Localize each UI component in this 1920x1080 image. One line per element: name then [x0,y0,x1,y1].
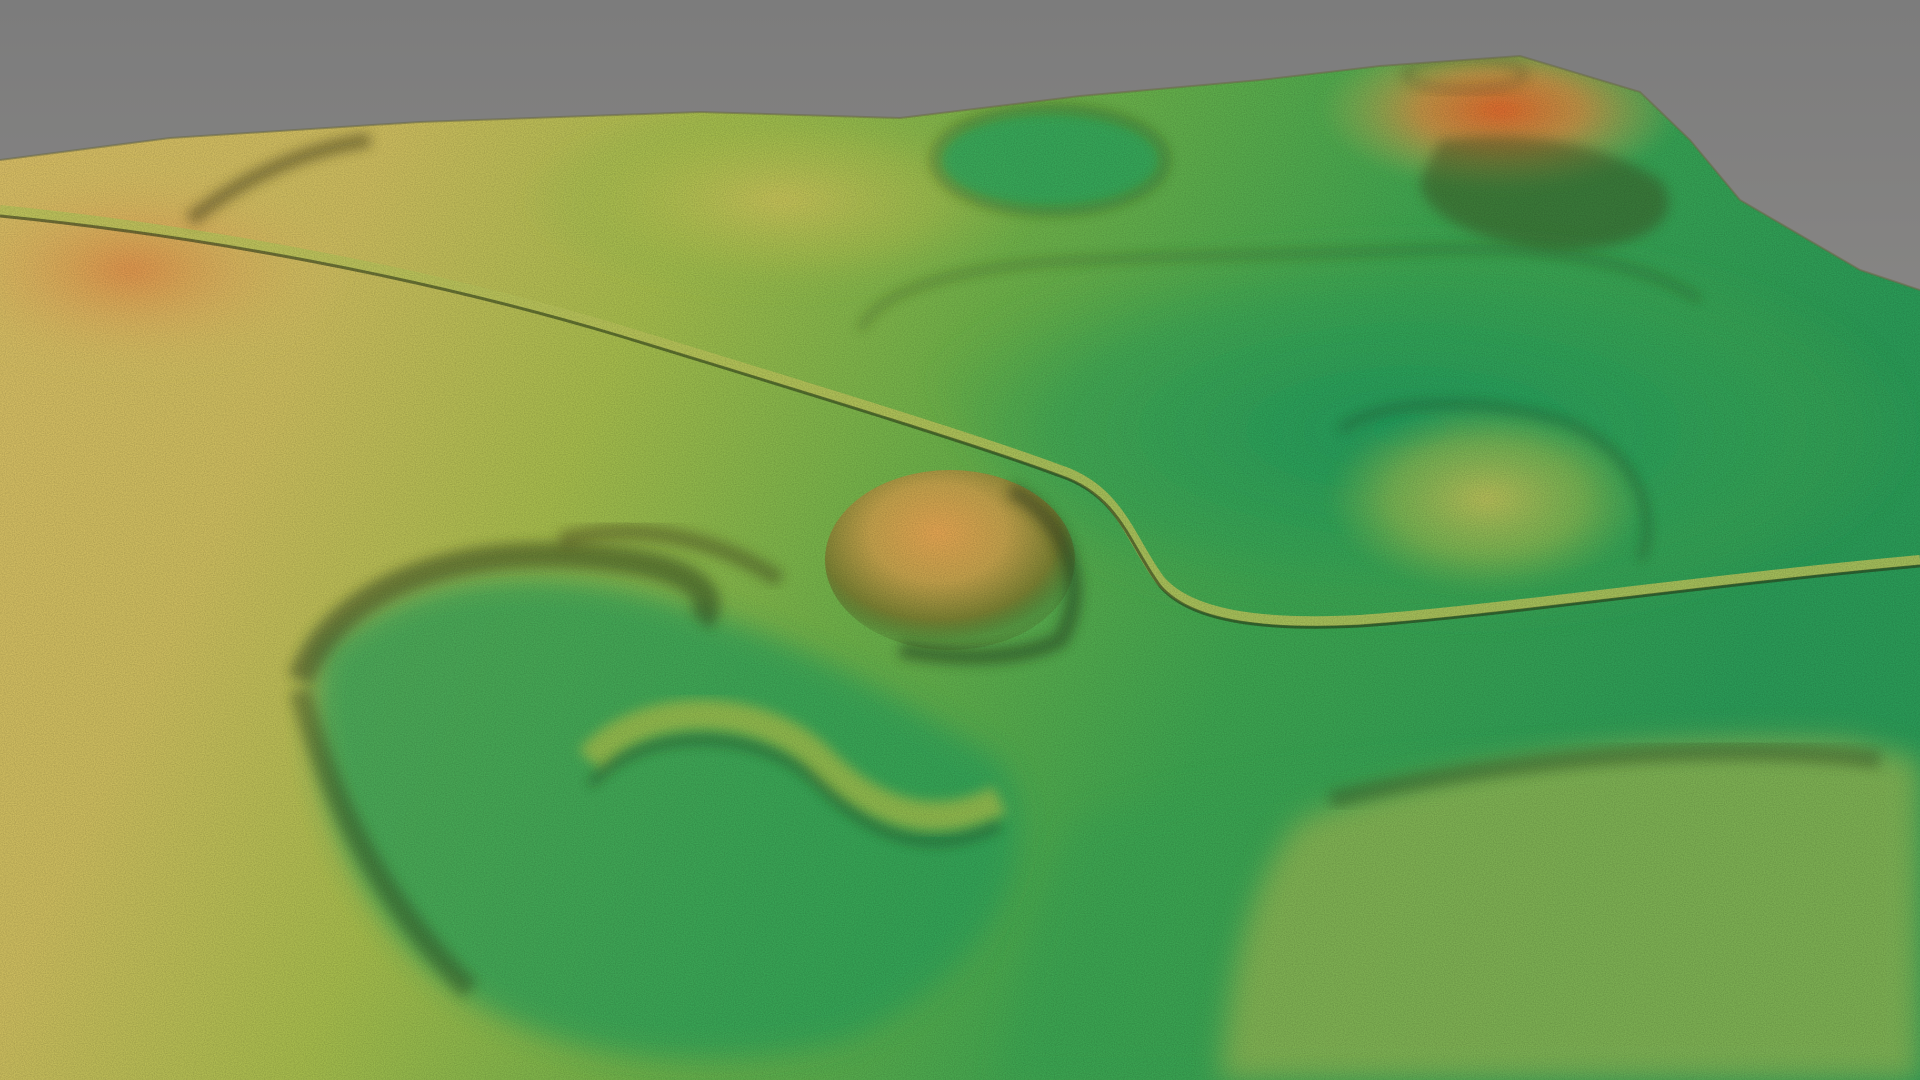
terrain-texture [0,56,1920,1080]
terrain-scene [0,0,1920,1080]
terrain [0,56,1920,1080]
